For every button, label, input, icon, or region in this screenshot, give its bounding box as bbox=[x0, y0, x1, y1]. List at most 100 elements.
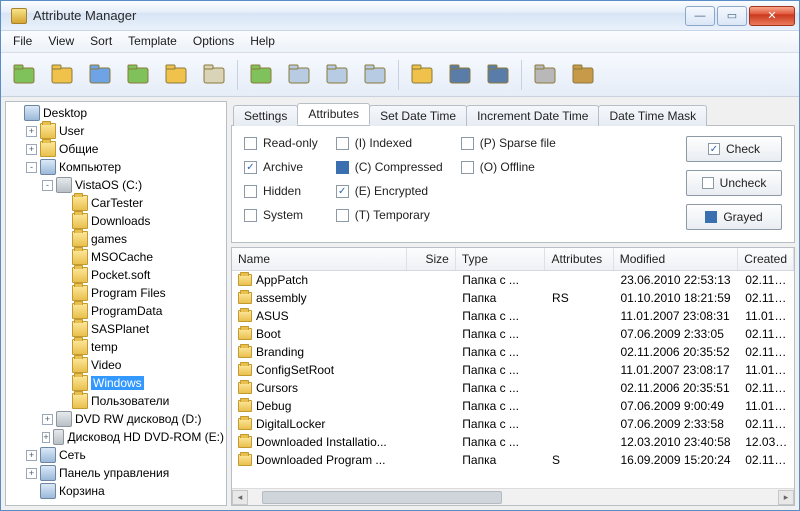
tree-item[interactable]: +Общие bbox=[24, 140, 226, 158]
scroll-thumb[interactable] bbox=[262, 491, 502, 504]
scroll-right-button[interactable]: ▸ bbox=[778, 490, 794, 505]
tree-item[interactable]: MSOCache bbox=[56, 248, 226, 266]
folder-icon bbox=[72, 285, 88, 301]
toolbar-apply-attr-button[interactable] bbox=[244, 58, 278, 92]
expander-icon[interactable]: + bbox=[26, 468, 37, 479]
menu-file[interactable]: File bbox=[5, 31, 40, 52]
attr-checkbox--t-temporary[interactable]: (T) Temporary bbox=[336, 208, 443, 222]
tree-item[interactable]: SASPlanet bbox=[56, 320, 226, 338]
toolbar-open-folder-button[interactable] bbox=[45, 58, 79, 92]
tree-item-desktop[interactable]: Desktop bbox=[8, 104, 226, 122]
column-header-modified[interactable]: Modified bbox=[614, 248, 739, 270]
check-button[interactable]: Check bbox=[686, 136, 782, 162]
toolbar-copy-multi-button[interactable] bbox=[282, 58, 316, 92]
tree-item[interactable]: -VistaOS (C:) bbox=[40, 176, 226, 194]
tree-item[interactable]: +User bbox=[24, 122, 226, 140]
toolbar-new-button[interactable] bbox=[7, 58, 41, 92]
horizontal-scrollbar[interactable]: ◂ ▸ bbox=[232, 488, 794, 505]
column-header-size[interactable]: Size bbox=[407, 248, 456, 270]
tab-attributes[interactable]: Attributes bbox=[297, 103, 370, 125]
list-item[interactable]: ConfigSetRootПапка с ...11.01.2007 23:08… bbox=[232, 361, 794, 379]
menu-template[interactable]: Template bbox=[120, 31, 185, 52]
menu-sort[interactable]: Sort bbox=[82, 31, 120, 52]
column-header-created[interactable]: Created bbox=[738, 248, 794, 270]
tree-item[interactable]: -Компьютер bbox=[24, 158, 226, 176]
column-header-name[interactable]: Name bbox=[232, 248, 407, 270]
uncheck-button[interactable]: Uncheck bbox=[686, 170, 782, 196]
list-item[interactable]: CursorsПапка с ...02.11.2006 20:35:5102.… bbox=[232, 379, 794, 397]
attr-checkbox--i-indexed[interactable]: (I) Indexed bbox=[336, 136, 443, 150]
tree-item[interactable]: Пользователи bbox=[56, 392, 226, 410]
minimize-button[interactable]: ― bbox=[685, 6, 715, 26]
tree-item[interactable]: Downloads bbox=[56, 212, 226, 230]
file-listview[interactable]: NameSizeTypeAttributesModifiedCreated Ap… bbox=[231, 247, 795, 506]
list-item[interactable]: Downloaded Program ...ПапкаS16.09.2009 1… bbox=[232, 451, 794, 469]
expander-icon[interactable]: + bbox=[26, 450, 37, 461]
list-item[interactable]: DebugПапка с ...07.06.2009 9:00:4911.01.… bbox=[232, 397, 794, 415]
tree-item[interactable]: Windows bbox=[56, 374, 226, 392]
toolbar-notepad-button[interactable] bbox=[197, 58, 231, 92]
maximize-button[interactable]: ▭ bbox=[717, 6, 747, 26]
expander-icon[interactable]: + bbox=[42, 414, 53, 425]
tree-item[interactable]: temp bbox=[56, 338, 226, 356]
attr-checkbox--p-sparse-file[interactable]: (P) Sparse file bbox=[461, 136, 556, 150]
expander-icon[interactable]: + bbox=[26, 144, 37, 155]
tree-item[interactable]: Program Files bbox=[56, 284, 226, 302]
tree-item[interactable]: +Сеть bbox=[24, 446, 226, 464]
tab-settings[interactable]: Settings bbox=[233, 105, 298, 126]
attr-checkbox-read-only[interactable]: Read-only bbox=[244, 136, 318, 150]
listview-header[interactable]: NameSizeTypeAttributesModifiedCreated bbox=[232, 248, 794, 271]
list-item[interactable]: DigitalLockerПапка с ...07.06.2009 2:33:… bbox=[232, 415, 794, 433]
toolbar-props-single-button[interactable] bbox=[443, 58, 477, 92]
list-item[interactable]: assemblyПапкаRS01.10.2010 18:21:5902.11.… bbox=[232, 289, 794, 307]
toolbar-paste-button[interactable] bbox=[358, 58, 392, 92]
attr-checkbox--c-compressed[interactable]: (C) Compressed bbox=[336, 160, 443, 174]
folder-tree[interactable]: Desktop+User+Общие-Компьютер-VistaOS (C:… bbox=[6, 104, 226, 500]
toolbar-settings-button[interactable] bbox=[528, 58, 562, 92]
list-item[interactable]: Downloaded Installatio...Папка с ...12.0… bbox=[232, 433, 794, 451]
menu-help[interactable]: Help bbox=[242, 31, 283, 52]
tree-item[interactable]: Корзина bbox=[24, 482, 226, 500]
tree-item[interactable]: Video bbox=[56, 356, 226, 374]
toolbar-home-button[interactable] bbox=[83, 58, 117, 92]
toolbar-refresh-button[interactable] bbox=[121, 58, 155, 92]
attr-checkbox-archive[interactable]: Archive bbox=[244, 160, 318, 174]
toolbar-props-save-button[interactable] bbox=[481, 58, 515, 92]
folder-tree-pane[interactable]: Desktop+User+Общие-Компьютер-VistaOS (C:… bbox=[5, 101, 227, 506]
tree-item[interactable]: CarTester bbox=[56, 194, 226, 212]
column-header-attributes[interactable]: Attributes bbox=[545, 248, 613, 270]
list-item[interactable]: ASUSПапка с ...11.01.2007 23:08:3111.01.… bbox=[232, 307, 794, 325]
tree-item[interactable]: +Дисковод HD DVD-ROM (E:) bbox=[40, 428, 226, 446]
column-header-type[interactable]: Type bbox=[456, 248, 546, 270]
toolbar-up-folder-button[interactable] bbox=[159, 58, 193, 92]
tab-set-date-time[interactable]: Set Date Time bbox=[369, 105, 467, 126]
titlebar[interactable]: Attribute Manager ― ▭ ✕ bbox=[1, 1, 799, 31]
menu-view[interactable]: View bbox=[40, 31, 82, 52]
scroll-left-button[interactable]: ◂ bbox=[232, 490, 248, 505]
toolbar-copy-single-button[interactable] bbox=[320, 58, 354, 92]
expander-icon[interactable]: - bbox=[42, 180, 53, 191]
tab-date-time-mask[interactable]: Date Time Mask bbox=[598, 105, 707, 126]
toolbar-props-folder-button[interactable] bbox=[405, 58, 439, 92]
tab-increment-date-time[interactable]: Increment Date Time bbox=[466, 105, 599, 126]
tree-item[interactable]: ProgramData bbox=[56, 302, 226, 320]
attr-checkbox-system[interactable]: System bbox=[244, 208, 318, 222]
expander-icon[interactable]: - bbox=[26, 162, 37, 173]
list-item[interactable]: AppPatchПапка с ...23.06.2010 22:53:1302… bbox=[232, 271, 794, 289]
list-item[interactable]: BrandingПапка с ...02.11.2006 20:35:5202… bbox=[232, 343, 794, 361]
tree-item[interactable]: Pocket.soft bbox=[56, 266, 226, 284]
listview-body[interactable]: AppPatchПапка с ...23.06.2010 22:53:1302… bbox=[232, 271, 794, 488]
close-button[interactable]: ✕ bbox=[749, 6, 795, 26]
attr-checkbox--o-offline[interactable]: (O) Offline bbox=[461, 160, 556, 174]
list-item[interactable]: BootПапка с ...07.06.2009 2:33:0502.11.2… bbox=[232, 325, 794, 343]
menu-options[interactable]: Options bbox=[185, 31, 242, 52]
expander-icon[interactable]: + bbox=[42, 432, 50, 443]
grayed-button[interactable]: Grayed bbox=[686, 204, 782, 230]
attr-checkbox-hidden[interactable]: Hidden bbox=[244, 184, 318, 198]
expander-icon[interactable]: + bbox=[26, 126, 37, 137]
tree-item[interactable]: +DVD RW дисковод (D:) bbox=[40, 410, 226, 428]
toolbar-help-button[interactable] bbox=[566, 58, 600, 92]
tree-item[interactable]: games bbox=[56, 230, 226, 248]
attr-checkbox--e-encrypted[interactable]: (E) Encrypted bbox=[336, 184, 443, 198]
tree-item[interactable]: +Панель управления bbox=[24, 464, 226, 482]
